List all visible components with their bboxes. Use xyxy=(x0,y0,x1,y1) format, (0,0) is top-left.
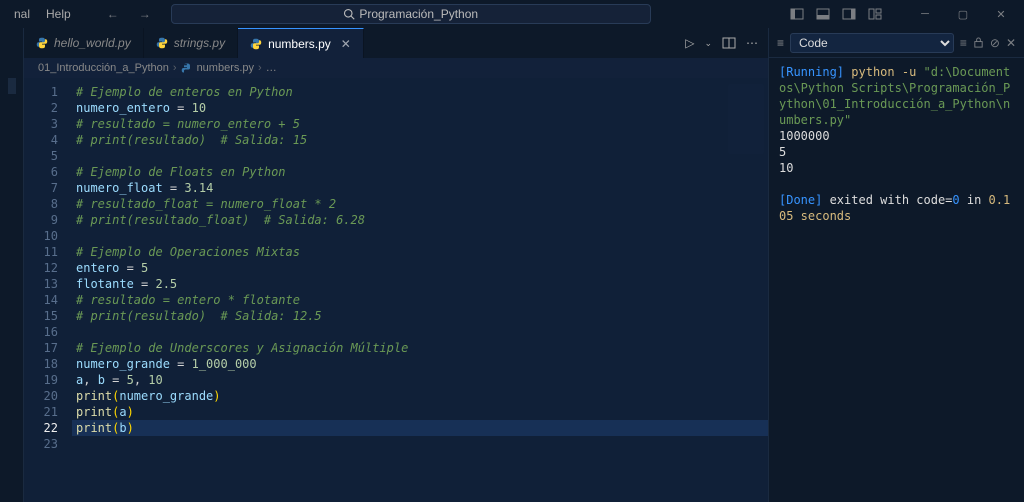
tab-label: strings.py xyxy=(174,36,225,50)
lock-icon[interactable] xyxy=(973,37,984,48)
layout-sidebar-left-icon[interactable] xyxy=(790,7,812,21)
run-dropdown-icon[interactable]: ⌄ xyxy=(704,38,712,49)
code-line[interactable]: print(numero_grande) xyxy=(72,388,768,404)
more-actions-icon[interactable]: ⋯ xyxy=(746,36,758,50)
search-icon xyxy=(343,8,355,20)
editor-actions: ▷ ⌄ ⋯ xyxy=(675,28,768,58)
breadcrumb-folder[interactable]: 01_Introducción_a_Python xyxy=(38,62,169,74)
code-line[interactable]: numero_grande = 1_000_000 xyxy=(72,356,768,372)
code-line[interactable]: # Ejemplo de Operaciones Mixtas xyxy=(72,244,768,260)
breadcrumb-more[interactable]: … xyxy=(266,62,277,74)
output-channel-select[interactable]: Code xyxy=(790,33,954,53)
activity-bar[interactable] xyxy=(0,28,24,502)
minimap[interactable] xyxy=(728,84,764,154)
split-editor-icon[interactable] xyxy=(722,36,736,50)
main-area: hello_world.py strings.py numbers.py ✕ ▷ ⌄ … xyxy=(0,28,1024,502)
nav-back-icon[interactable]: ← xyxy=(101,5,125,23)
output-body[interactable]: [Running] python -u "d:\Documentos\Pytho… xyxy=(769,58,1024,502)
nav-arrows: ← → xyxy=(101,5,157,23)
code-line[interactable]: # print(resultado) # Salida: 12.5 xyxy=(72,308,768,324)
filter-icon[interactable]: ≡ xyxy=(960,36,967,50)
output-panel: ≡ Code ≡ ⊘ ✕ [Running] python -u "d:\Doc… xyxy=(769,28,1024,502)
output-stdout-line: 5 xyxy=(779,145,786,159)
clear-icon[interactable]: ⊘ xyxy=(990,36,1000,50)
layout-icons xyxy=(790,7,890,21)
tab-label: numbers.py xyxy=(268,37,331,51)
code-line[interactable] xyxy=(72,148,768,164)
output-done-text: exited with xyxy=(822,193,916,207)
code-line[interactable]: # Ejemplo de Underscores y Asignación Mú… xyxy=(72,340,768,356)
code-area[interactable]: # Ejemplo de enteros en Pythonnumero_ent… xyxy=(72,78,768,502)
code-line[interactable] xyxy=(72,228,768,244)
window-maximize-icon[interactable]: ▢ xyxy=(948,8,978,21)
title-bar: nal Help ← → Programación_Python ─ ▢ xyxy=(0,0,1024,28)
breadcrumb-file[interactable]: numbers.py xyxy=(197,62,254,74)
output-running-label: [Running] xyxy=(779,65,844,79)
chevron-right-icon: › xyxy=(258,62,262,74)
code-line[interactable] xyxy=(72,324,768,340)
panel-header: ≡ Code ≡ ⊘ ✕ xyxy=(769,28,1024,58)
titlebar-right: ─ ▢ ✕ xyxy=(782,7,1024,21)
output-stdout-line: 10 xyxy=(779,161,793,175)
command-center[interactable]: Programación_Python xyxy=(171,4,651,24)
output-done-text: seconds xyxy=(793,209,851,223)
layout-sidebar-right-icon[interactable] xyxy=(842,7,864,21)
python-file-icon xyxy=(181,62,193,74)
code-line[interactable]: flotante = 2.5 xyxy=(72,276,768,292)
window-close-icon[interactable]: ✕ xyxy=(986,8,1016,21)
output-done-text: in xyxy=(960,193,989,207)
line-gutter: 1234567891011121314151617181920212223 xyxy=(24,78,72,502)
tab-label: hello_world.py xyxy=(54,36,131,50)
run-icon[interactable]: ▷ xyxy=(685,36,694,50)
code-line[interactable]: # print(resultado) # Salida: 15 xyxy=(72,132,768,148)
window-minimize-icon[interactable]: ─ xyxy=(910,8,940,20)
output-command: python -u xyxy=(851,65,916,79)
code-line[interactable]: # resultado = numero_entero + 5 xyxy=(72,116,768,132)
output-stdout-line: 1000000 xyxy=(779,129,830,143)
output-done-code: 0 xyxy=(952,193,959,207)
code-line[interactable] xyxy=(72,436,768,452)
code-line[interactable]: numero_float = 3.14 xyxy=(72,180,768,196)
tab-numbers-py[interactable]: numbers.py ✕ xyxy=(238,28,364,58)
code-line[interactable]: # resultado = entero * flotante xyxy=(72,292,768,308)
code-line[interactable]: a, b = 5, 10 xyxy=(72,372,768,388)
menu-bar: nal Help xyxy=(0,3,85,25)
code-line[interactable]: # resultado_float = numero_float * 2 xyxy=(72,196,768,212)
menu-terminal[interactable]: nal xyxy=(8,3,36,25)
menu-help[interactable]: Help xyxy=(40,3,77,25)
code-line[interactable]: numero_entero = 10 xyxy=(72,100,768,116)
chevron-right-icon: › xyxy=(173,62,177,74)
editor-group: hello_world.py strings.py numbers.py ✕ ▷ ⌄ … xyxy=(24,28,769,502)
panel-close-icon[interactable]: ✕ xyxy=(1006,36,1016,50)
layout-customize-icon[interactable] xyxy=(868,7,890,21)
panel-menu-icon[interactable]: ≡ xyxy=(777,36,784,50)
editor-body[interactable]: 1234567891011121314151617181920212223 # … xyxy=(24,78,768,502)
code-line[interactable]: entero = 5 xyxy=(72,260,768,276)
tab-bar: hello_world.py strings.py numbers.py ✕ ▷ ⌄ … xyxy=(24,28,768,58)
tab-strings-py[interactable]: strings.py xyxy=(144,28,238,58)
code-line[interactable]: print(a) xyxy=(72,404,768,420)
breadcrumb[interactable]: 01_Introducción_a_Python › numbers.py › … xyxy=(24,58,768,78)
layout-panel-icon[interactable] xyxy=(816,7,838,21)
code-line[interactable]: # Ejemplo de enteros en Python xyxy=(72,84,768,100)
code-line[interactable]: # print(resultado_float) # Salida: 6.28 xyxy=(72,212,768,228)
nav-forward-icon[interactable]: → xyxy=(133,5,157,23)
tab-close-icon[interactable]: ✕ xyxy=(341,37,351,51)
code-line[interactable]: # Ejemplo de Floats en Python xyxy=(72,164,768,180)
tab-hello_world-py[interactable]: hello_world.py xyxy=(24,28,144,58)
output-done-code-label: code= xyxy=(916,193,952,207)
activity-item[interactable] xyxy=(8,78,16,94)
code-line[interactable]: print(b) xyxy=(72,420,768,436)
search-text: Programación_Python xyxy=(359,7,478,21)
output-done-label: [Done] xyxy=(779,193,822,207)
